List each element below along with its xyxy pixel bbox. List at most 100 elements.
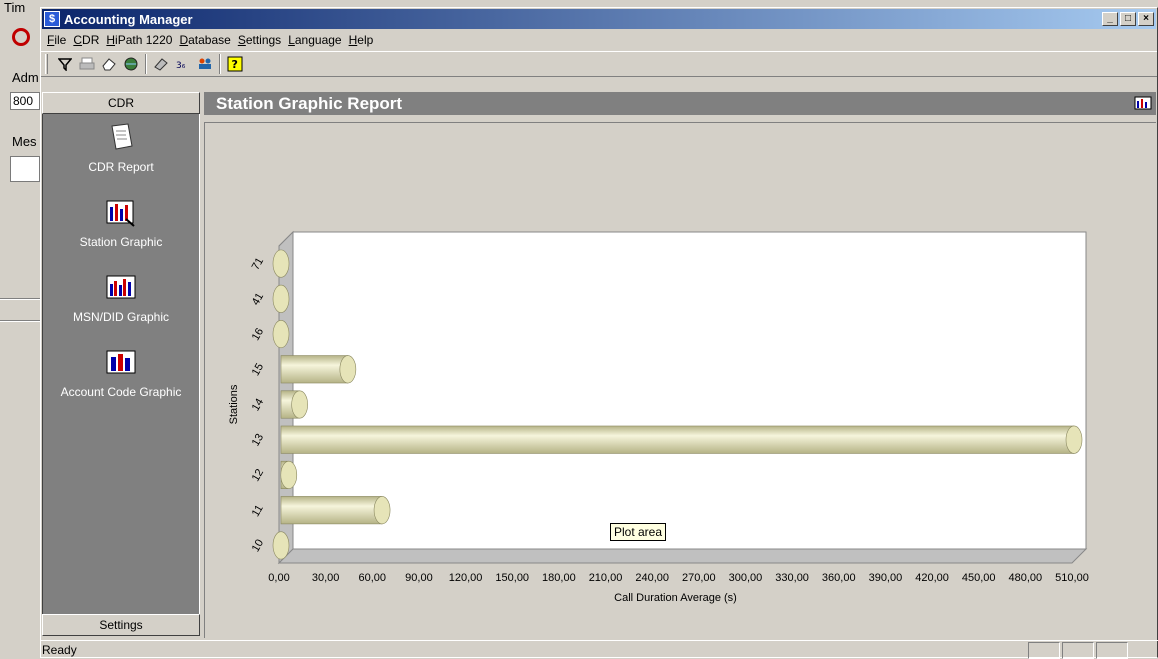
bar-end-station-10: [272, 531, 290, 560]
bar-end-station-15: [339, 355, 357, 384]
report-title: Station Graphic Report: [216, 94, 403, 113]
sidebar-item-cdr-report[interactable]: CDR Report: [43, 120, 199, 195]
chart-icon[interactable]: [1134, 96, 1152, 110]
y-tick-label: 10: [250, 537, 267, 554]
sidebar-item-msn-graphic[interactable]: MSN/DID Graphic: [43, 270, 199, 345]
x-tick-label: 60,00: [359, 572, 387, 584]
sidebar-header[interactable]: CDR: [42, 92, 200, 114]
minimize-button[interactable]: _: [1102, 12, 1118, 26]
bar-end-station-11: [373, 496, 391, 525]
menu-bar: File CDR HiPath 1220 Database Settings L…: [41, 29, 1157, 51]
x-tick-label: 30,00: [312, 572, 340, 584]
svg-text:?: ?: [232, 58, 238, 71]
status-pane: [1096, 642, 1128, 659]
sidebar-item-label: Station Graphic: [79, 235, 163, 249]
tape-icon[interactable]: [150, 54, 172, 74]
globe-icon[interactable]: [120, 54, 142, 74]
menu-help[interactable]: Help: [349, 33, 381, 47]
toolbar-grip[interactable]: [45, 54, 48, 74]
x-tick-label: 450,00: [962, 572, 996, 584]
number-icon[interactable]: 3₆: [172, 54, 194, 74]
menu-language[interactable]: Language: [288, 33, 348, 47]
chart-floor: [277, 548, 1088, 564]
x-tick-label: 180,00: [542, 572, 576, 584]
bar-end-station-41: [272, 284, 290, 313]
print-icon[interactable]: [76, 54, 98, 74]
menu-cdr[interactable]: CDR: [73, 33, 106, 47]
app-dollar-icon: $: [44, 11, 60, 27]
eraser-icon[interactable]: [98, 54, 120, 74]
toolbar-separator: [145, 54, 147, 74]
report-icon: [111, 123, 133, 150]
x-tick-label: 300,00: [729, 572, 763, 584]
bar-station-13: [280, 425, 1075, 454]
menu-hipath[interactable]: HiPath 1220: [106, 33, 179, 47]
station-bar-chart: 10 11 12 13 14 15 16 41 71 0,00 30,00 60,00 90,00 120…: [228, 230, 1089, 604]
status-text: Ready: [42, 642, 77, 657]
menu-file[interactable]: File: [47, 33, 73, 47]
y-tick-label: 71: [250, 256, 267, 273]
background-divider: [0, 320, 40, 322]
close-button[interactable]: ×: [1138, 12, 1154, 26]
toolbar-separator: [219, 54, 221, 74]
sidebar-item-label: Account Code Graphic: [60, 385, 182, 399]
background-input[interactable]: [10, 156, 40, 182]
background-divider: [0, 298, 40, 300]
x-tick-label: 0,00: [268, 572, 289, 584]
svg-text:3₆: 3₆: [176, 61, 186, 71]
background-label-admin: Adm: [12, 70, 39, 85]
toolbar: 3₆ ?: [41, 51, 1157, 77]
x-tick-label: 510,00: [1055, 572, 1089, 584]
window-title: Accounting Manager: [64, 11, 193, 27]
sidebar-item-label: MSN/DID Graphic: [72, 310, 170, 324]
status-pane: [1062, 642, 1094, 659]
y-tick-label: 13: [250, 432, 267, 449]
chart-back-wall: [278, 231, 1087, 550]
bar-station-11: [280, 496, 383, 525]
y-axis-label: Stations: [228, 384, 240, 424]
help-icon[interactable]: ?: [224, 54, 246, 74]
background-label-message: Mes: [12, 134, 37, 149]
x-tick-label: 420,00: [915, 572, 949, 584]
menu-settings[interactable]: Settings: [238, 33, 288, 47]
x-tick-label: 390,00: [869, 572, 903, 584]
x-tick-label: 330,00: [775, 572, 809, 584]
title-bar[interactable]: $ Accounting Manager _ □ ×: [42, 9, 1156, 29]
y-tick-label: 15: [250, 361, 267, 378]
x-tick-label: 480,00: [1009, 572, 1043, 584]
sidebar-item-account-code-graphic[interactable]: Account Code Graphic: [43, 345, 199, 420]
plot-area-tooltip: Plot area: [610, 523, 667, 541]
y-tick-label: 16: [250, 326, 267, 343]
x-tick-label: 120,00: [449, 572, 483, 584]
bar-end-station-13: [1065, 425, 1083, 454]
msn-chart-icon: [106, 275, 136, 299]
sidebar-item-label: CDR Report: [88, 160, 154, 174]
sidebar-footer-settings[interactable]: Settings: [42, 614, 200, 636]
filter-icon[interactable]: [54, 54, 76, 74]
menu-database[interactable]: Database: [179, 33, 237, 47]
people-icon[interactable]: [194, 54, 216, 74]
bar-end-station-16: [272, 320, 290, 349]
maximize-button[interactable]: □: [1120, 12, 1136, 26]
x-tick-label: 240,00: [635, 572, 669, 584]
y-tick-label: 11: [250, 503, 266, 519]
x-tick-label: 210,00: [589, 572, 623, 584]
status-bar: Ready: [40, 640, 1158, 659]
background-field[interactable]: 800: [10, 92, 40, 110]
x-tick-label: 360,00: [822, 572, 856, 584]
y-tick-label: 41: [250, 291, 267, 308]
station-chart-icon: [106, 200, 135, 227]
status-pane: [1028, 642, 1060, 659]
x-tick-label: 150,00: [495, 572, 529, 584]
account-chart-icon: [106, 350, 136, 374]
bar-end-station-12: [280, 460, 298, 489]
bar-end-station-71: [272, 249, 290, 278]
sidebar-body: CDR Report Station Graphic MSN/DID Graph…: [42, 114, 200, 614]
sidebar-item-station-graphic[interactable]: Station Graphic: [43, 195, 199, 270]
bar-station-15: [280, 355, 349, 384]
x-tick-label: 90,00: [405, 572, 433, 584]
power-icon[interactable]: [12, 28, 30, 46]
sidebar: CDR CDR Report Station Graphic MSN/DID G…: [42, 92, 200, 639]
background-label-time: Tim: [4, 0, 26, 15]
report-area: 10 11 12 13 14 15 16 41 71 0,00 30,00 60,00 90,00 120…: [204, 122, 1156, 638]
